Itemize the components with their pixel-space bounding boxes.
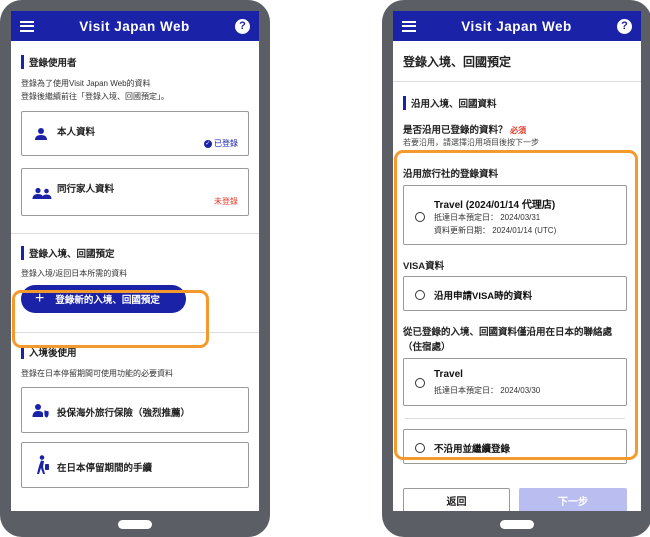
traveler-icon bbox=[37, 455, 49, 474]
insurance-label: 投保海外旅行保險（強烈推薦） bbox=[57, 408, 191, 419]
reuse-question: 是否沿用已登錄的資料？ 必須 bbox=[403, 125, 527, 136]
home-indicator bbox=[118, 520, 152, 529]
next-button[interactable]: 下一步 bbox=[519, 488, 627, 511]
section-desc-2: 登錄後繼續前往「登錄入境、回國預定」。 bbox=[21, 92, 169, 101]
app-bar: Visit Japan Web ? bbox=[11, 11, 259, 41]
highlight-reuse-options bbox=[394, 150, 638, 460]
help-icon[interactable]: ? bbox=[616, 18, 632, 34]
section-desc-1: 登錄為了使用Visit Japan Web的資料 bbox=[21, 79, 151, 88]
section-title: 登錄使用者 bbox=[21, 55, 259, 69]
help-icon[interactable]: ? bbox=[234, 18, 250, 34]
section-register-users: 登錄使用者 登錄為了使用Visit Japan Web的資料 登錄後繼續前往「登… bbox=[11, 41, 259, 216]
phone-left: Visit Japan Web ? 登錄使用者 登錄為了使用Visit Japa… bbox=[0, 0, 270, 537]
self-info-label: 本人資料 bbox=[57, 127, 96, 138]
section-title: 登錄入境、回國預定 bbox=[21, 246, 259, 260]
section-desc: 登錄在日本停留期間可使用功能的必要資料 bbox=[21, 369, 173, 378]
check-circle-icon: ✓ bbox=[203, 139, 212, 148]
unregistered-badge: 未登錄 bbox=[214, 197, 238, 206]
app-title: Visit Japan Web bbox=[79, 18, 190, 34]
insurance-person-icon bbox=[32, 404, 50, 418]
family-info-label: 同行家人資料 bbox=[57, 184, 115, 195]
menu-icon[interactable] bbox=[402, 20, 416, 32]
family-info-card[interactable]: 同行家人資料 未登錄 bbox=[21, 168, 249, 216]
home-indicator bbox=[500, 520, 534, 529]
section-desc: 登錄入境/返回日本所需的資料 bbox=[21, 269, 128, 278]
section-after-entry: 入境後使用 登錄在日本停留期間可使用功能的必要資料 投保海外旅行保險（強烈推薦）… bbox=[11, 333, 259, 488]
back-button[interactable]: 返回 bbox=[403, 488, 510, 511]
screen-left: Visit Japan Web ? 登錄使用者 登錄為了使用Visit Japa… bbox=[11, 11, 259, 511]
self-info-card[interactable]: 本人資料 ✓ 已登錄 bbox=[21, 111, 249, 156]
insurance-card[interactable]: 投保海外旅行保險（強烈推薦） bbox=[21, 387, 249, 433]
procedures-label: 在日本停留期間的手續 bbox=[57, 463, 153, 474]
app-bar: Visit Japan Web ? bbox=[393, 11, 641, 41]
person-icon bbox=[35, 128, 47, 140]
required-badge: 必須 bbox=[510, 126, 527, 135]
app-title: Visit Japan Web bbox=[461, 18, 572, 34]
family-icon bbox=[32, 187, 52, 199]
registered-badge: ✓ 已登錄 bbox=[203, 139, 238, 148]
section-title: 沿用入境、回國資料 bbox=[403, 96, 497, 110]
procedures-card[interactable]: 在日本停留期間的手續 bbox=[21, 442, 249, 488]
menu-icon[interactable] bbox=[20, 20, 34, 32]
highlight-new-registration bbox=[12, 290, 209, 348]
page-title: 登錄入境、回國預定 bbox=[393, 41, 641, 82]
reuse-hint: 若要沿用，請選擇沿用項目後按下一步 bbox=[403, 138, 539, 147]
